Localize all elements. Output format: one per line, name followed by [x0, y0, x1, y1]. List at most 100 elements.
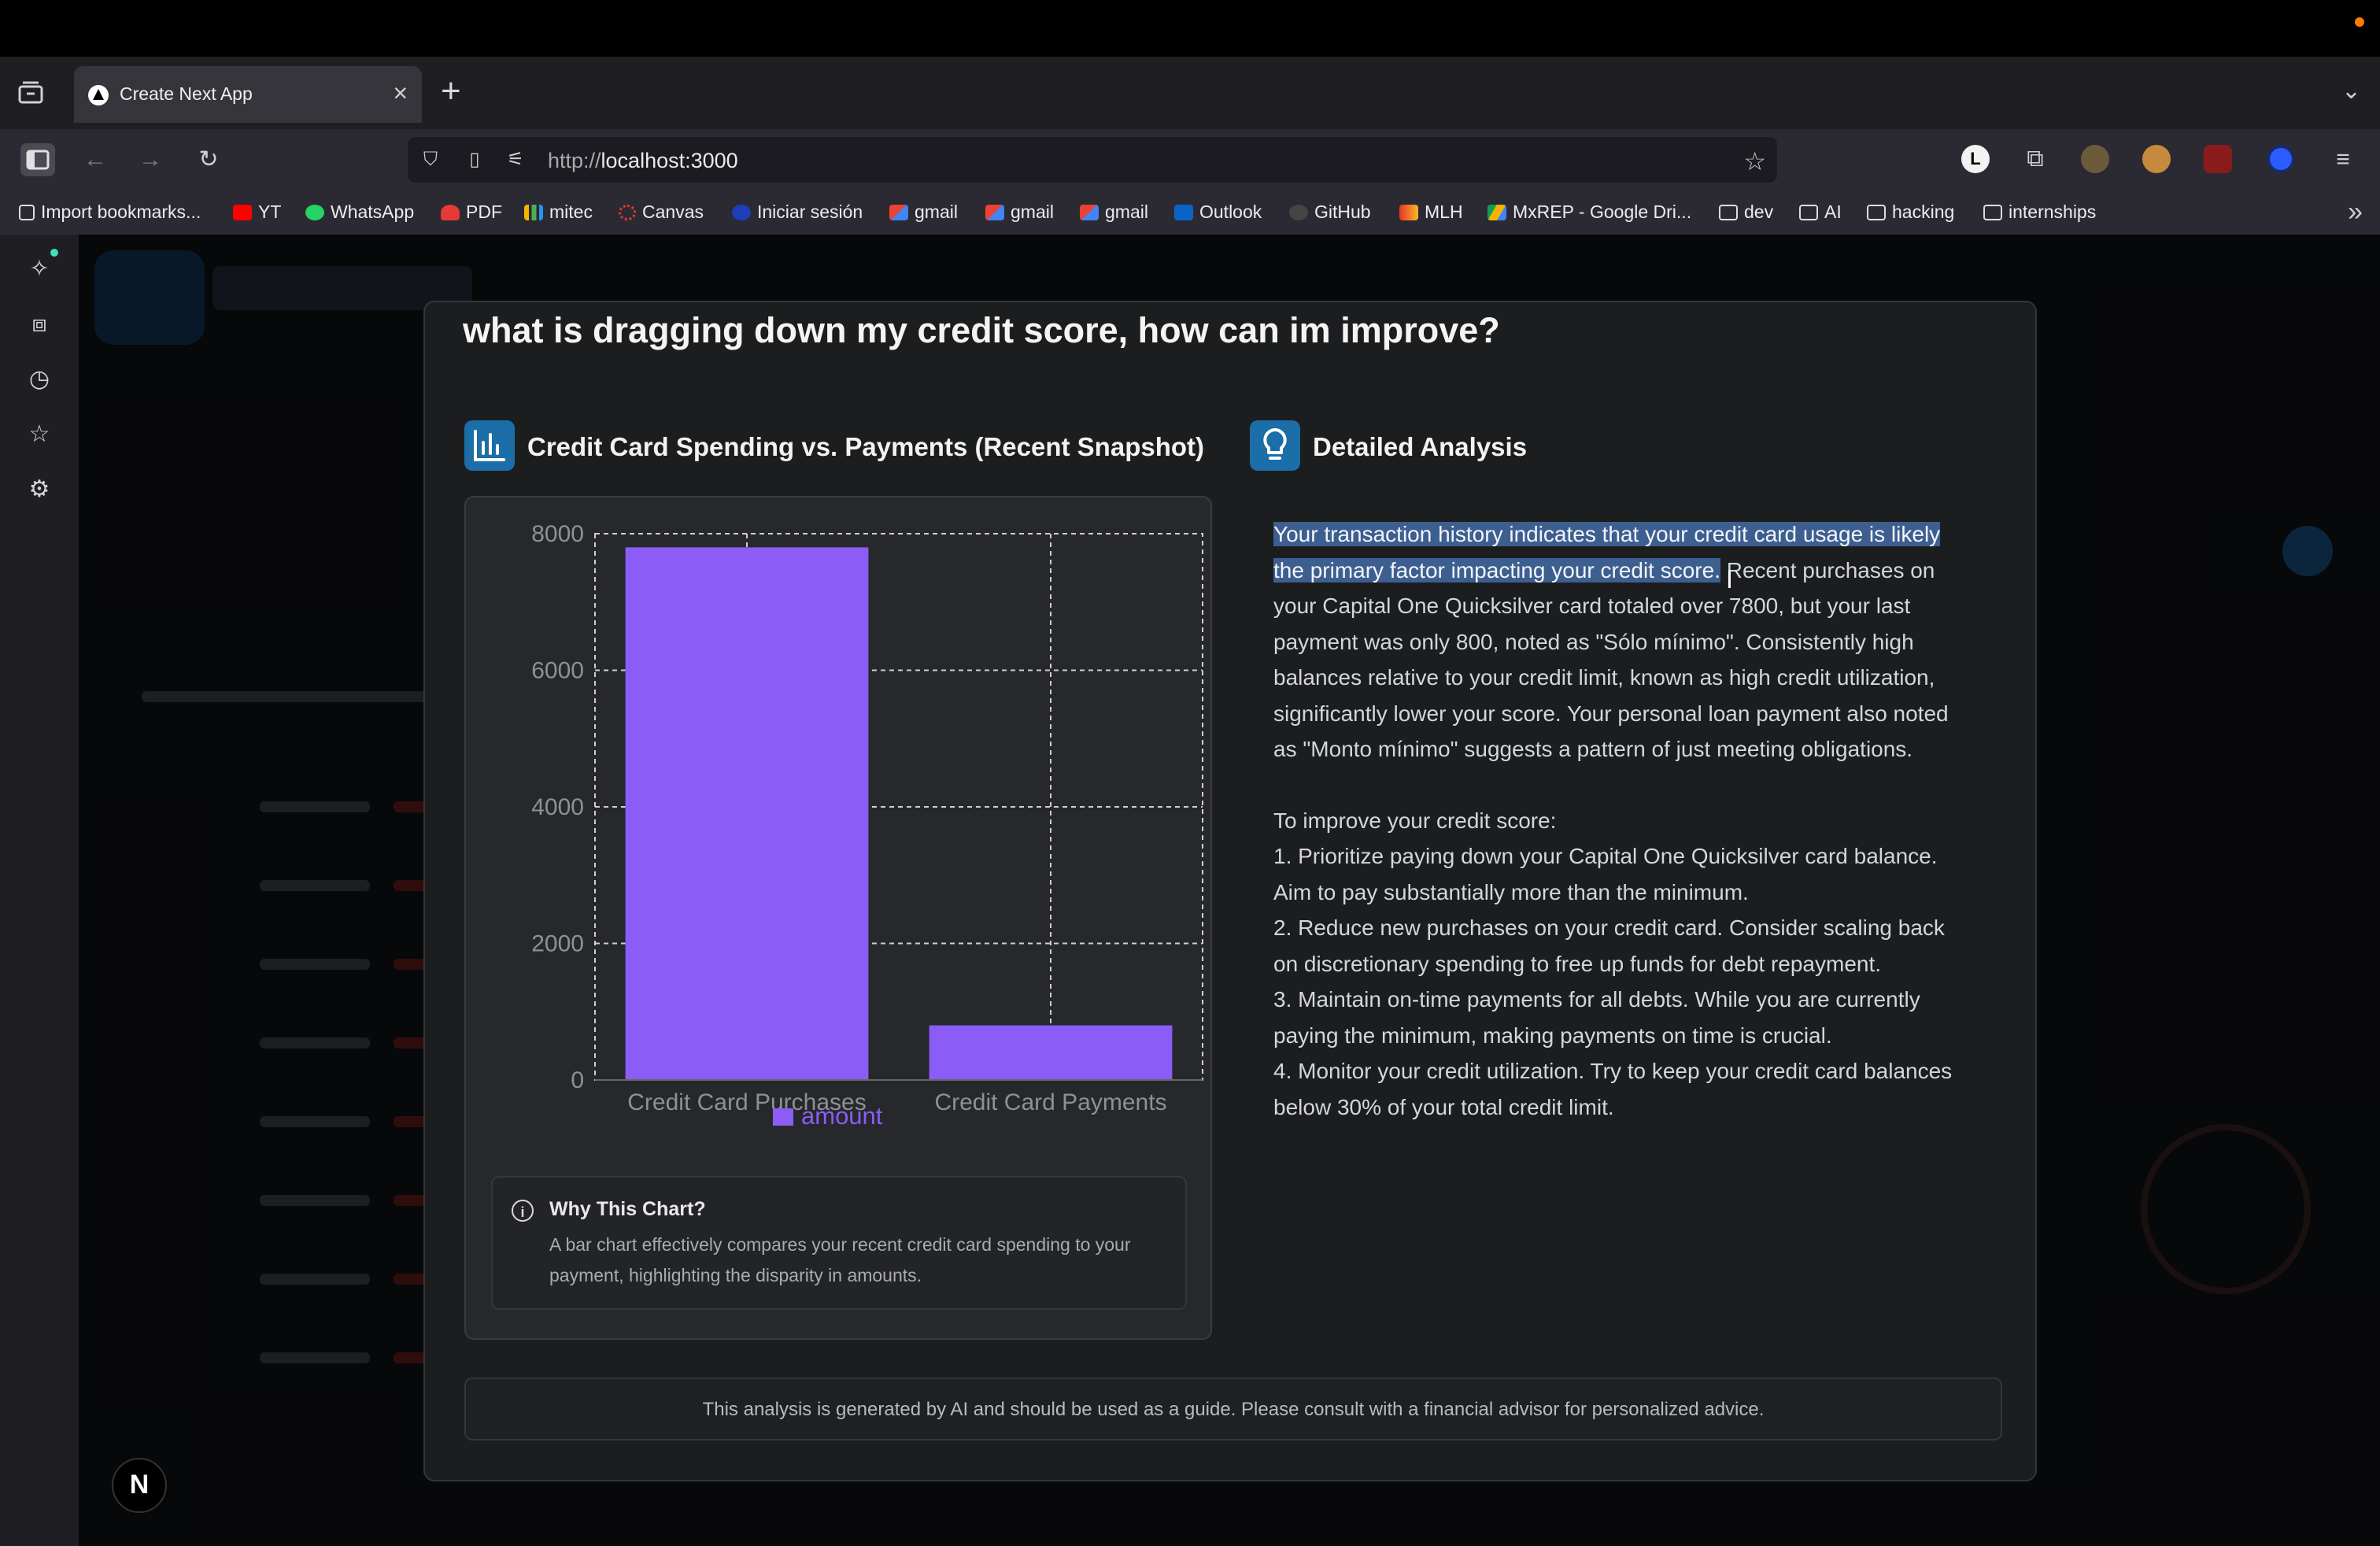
sidebar-toggle-icon[interactable]: [20, 143, 55, 176]
import-icon: [19, 205, 35, 220]
back-arrow-icon[interactable]: ←: [79, 143, 112, 176]
shield-icon[interactable]: ⛉: [419, 148, 442, 172]
x-tick-label: Credit Card Payments: [934, 1089, 1166, 1115]
extension-1-icon[interactable]: [2081, 145, 2109, 173]
bookmark-item[interactable]: Iniciar sesión: [732, 202, 863, 223]
menu-hamburger-icon[interactable]: ≡: [2326, 143, 2360, 176]
more-bookmarks-chevron-icon[interactable]: »: [2348, 197, 2363, 227]
bar: [625, 547, 869, 1080]
bookmark-item[interactable]: gmail: [1080, 202, 1148, 223]
google-drive-icon: [1488, 205, 1506, 220]
list-all-tabs-chevron-icon[interactable]: ⌄: [2341, 77, 2361, 105]
extensions-puzzle-icon[interactable]: ⧉: [2021, 145, 2049, 173]
close-tab-icon[interactable]: ×: [393, 79, 408, 108]
analysis-text[interactable]: Your transaction history indicates that …: [1273, 516, 1966, 1125]
bookmark-item[interactable]: WhatsApp: [305, 202, 414, 223]
bars-icon: [524, 205, 543, 220]
gmail-icon: [985, 205, 1004, 220]
analysis-body: Recent purchases on your Capital One Qui…: [1273, 557, 1949, 762]
gmail-icon: [889, 205, 908, 220]
history-clock-icon[interactable]: ◷: [24, 364, 55, 395]
mlh-icon: [1399, 205, 1418, 220]
chart-card: 0 2000 4000 6000 8000 Credit Card Purchases Cr…: [464, 496, 1212, 1340]
bookmark-item[interactable]: gmail: [889, 202, 958, 223]
bookmark-folder[interactable]: dev: [1719, 202, 1773, 223]
system-menu-bar: [0, 0, 2380, 57]
info-icon: i: [512, 1200, 534, 1222]
browser-sidebar: ✧ ⧈ ◷ ☆ ⚙: [0, 235, 79, 1546]
bookmark-item[interactable]: gmail: [985, 202, 1054, 223]
bookmark-folder[interactable]: AI: [1799, 202, 1842, 223]
bookmark-item[interactable]: MLH: [1399, 202, 1463, 223]
ai-sparkle-icon[interactable]: ✧: [24, 253, 55, 285]
chart-section-title: Credit Card Spending vs. Payments (Recen…: [527, 432, 1204, 461]
text-cursor-icon: I: [1726, 565, 1733, 594]
bookmark-item[interactable]: Import bookmarks...: [19, 202, 201, 223]
bar-chart-icon: [464, 420, 515, 471]
bookmark-item[interactable]: Canvas: [619, 202, 704, 223]
bookmark-item[interactable]: mitec: [524, 202, 593, 223]
bookmark-folder[interactable]: hacking: [1867, 202, 1954, 223]
improve-step: 3. Maintain on-time payments for all deb…: [1273, 987, 1920, 1048]
status-dot: [50, 249, 58, 257]
ai-disclaimer: This analysis is generated by AI and sho…: [464, 1378, 2002, 1441]
nextjs-favicon-icon: [88, 85, 109, 105]
reload-icon[interactable]: ↻: [192, 143, 225, 176]
settings-gear-icon[interactable]: ⚙: [24, 474, 55, 505]
improve-step: 4. Monitor your credit utilization. Try …: [1273, 1059, 1953, 1119]
forward-arrow-icon[interactable]: →: [134, 143, 167, 176]
gmail-icon: [1080, 205, 1099, 220]
bookmarks-star-icon[interactable]: ☆: [24, 419, 55, 450]
heart-icon: [441, 205, 460, 220]
ublock-origin-icon[interactable]: [2204, 145, 2232, 173]
tab-overview-icon[interactable]: [17, 80, 44, 104]
bookmark-item[interactable]: MxREP - Google Dri...: [1488, 202, 1691, 223]
y-tick-label: 0: [571, 1067, 584, 1093]
bookmark-star-icon[interactable]: ☆: [1743, 146, 1766, 176]
modal-title: what is dragging down my credit score, h…: [463, 310, 1500, 350]
why-this-chart-box: i Why This Chart? A bar chart effectivel…: [491, 1176, 1187, 1310]
tab-active[interactable]: Create Next App ×: [74, 66, 422, 123]
globe-icon: [732, 205, 751, 220]
notification-dot: [2355, 17, 2364, 27]
bar: [929, 1025, 1173, 1080]
bar-chart: 02000400060008000Credit Card Purchases Cr…: [531, 521, 1203, 1130]
account-l-icon[interactable]: L: [1961, 145, 1990, 173]
y-tick-label: 2000: [531, 931, 584, 957]
y-tick-label: 4000: [531, 794, 584, 820]
github-icon: [1289, 205, 1308, 220]
bookmark-item[interactable]: Outlook: [1174, 202, 1262, 223]
bookmark-item[interactable]: GitHub: [1289, 202, 1371, 223]
bookmark-item[interactable]: PDF: [441, 202, 502, 223]
page-info-icon[interactable]: ▯: [463, 148, 486, 172]
y-tick-label: 8000: [531, 521, 584, 547]
whatsapp-icon: [305, 205, 324, 220]
bookmark-folder[interactable]: internships: [1983, 202, 2096, 223]
extension-cookie-icon[interactable]: [2142, 145, 2171, 173]
address-bar[interactable]: ⛉ ▯ ⚟ http://localhost:3000 ☆: [408, 137, 1777, 183]
folder-icon: [1983, 205, 2002, 220]
legend-label: amount: [801, 1102, 883, 1130]
permissions-icon[interactable]: ⚟: [504, 148, 527, 172]
nav-toolbar: ← → ↻ ⛉ ▯ ⚟ http://localhost:3000 ☆ L ⧉ …: [0, 129, 2380, 190]
tab-title: Create Next App: [120, 83, 253, 104]
improve-step: 2. Reduce new purchases on your credit c…: [1273, 915, 1945, 976]
youtube-icon: [233, 205, 252, 220]
legend-swatch: [773, 1108, 793, 1126]
lightbulb-icon: [1250, 420, 1300, 471]
why-title: Why This Chart?: [549, 1198, 706, 1220]
improve-step: 1. Prioritize paying down your Capital O…: [1273, 844, 1938, 904]
tab-strip: Create Next App × + ⌄: [0, 57, 2380, 129]
folder-icon: [1719, 205, 1738, 220]
outlook-icon: [1174, 205, 1193, 220]
synced-tabs-icon[interactable]: ⧈: [24, 309, 55, 340]
bookmark-item[interactable]: YT: [233, 202, 281, 223]
url-text[interactable]: http://localhost:3000: [548, 149, 738, 173]
nextjs-dev-badge[interactable]: N: [112, 1458, 167, 1513]
new-tab-plus-icon[interactable]: +: [441, 74, 461, 109]
improve-heading: To improve your credit score:: [1273, 808, 1557, 833]
canvas-icon: [619, 205, 636, 220]
extension-circle-icon[interactable]: [2267, 145, 2295, 173]
folder-icon: [1867, 205, 1886, 220]
